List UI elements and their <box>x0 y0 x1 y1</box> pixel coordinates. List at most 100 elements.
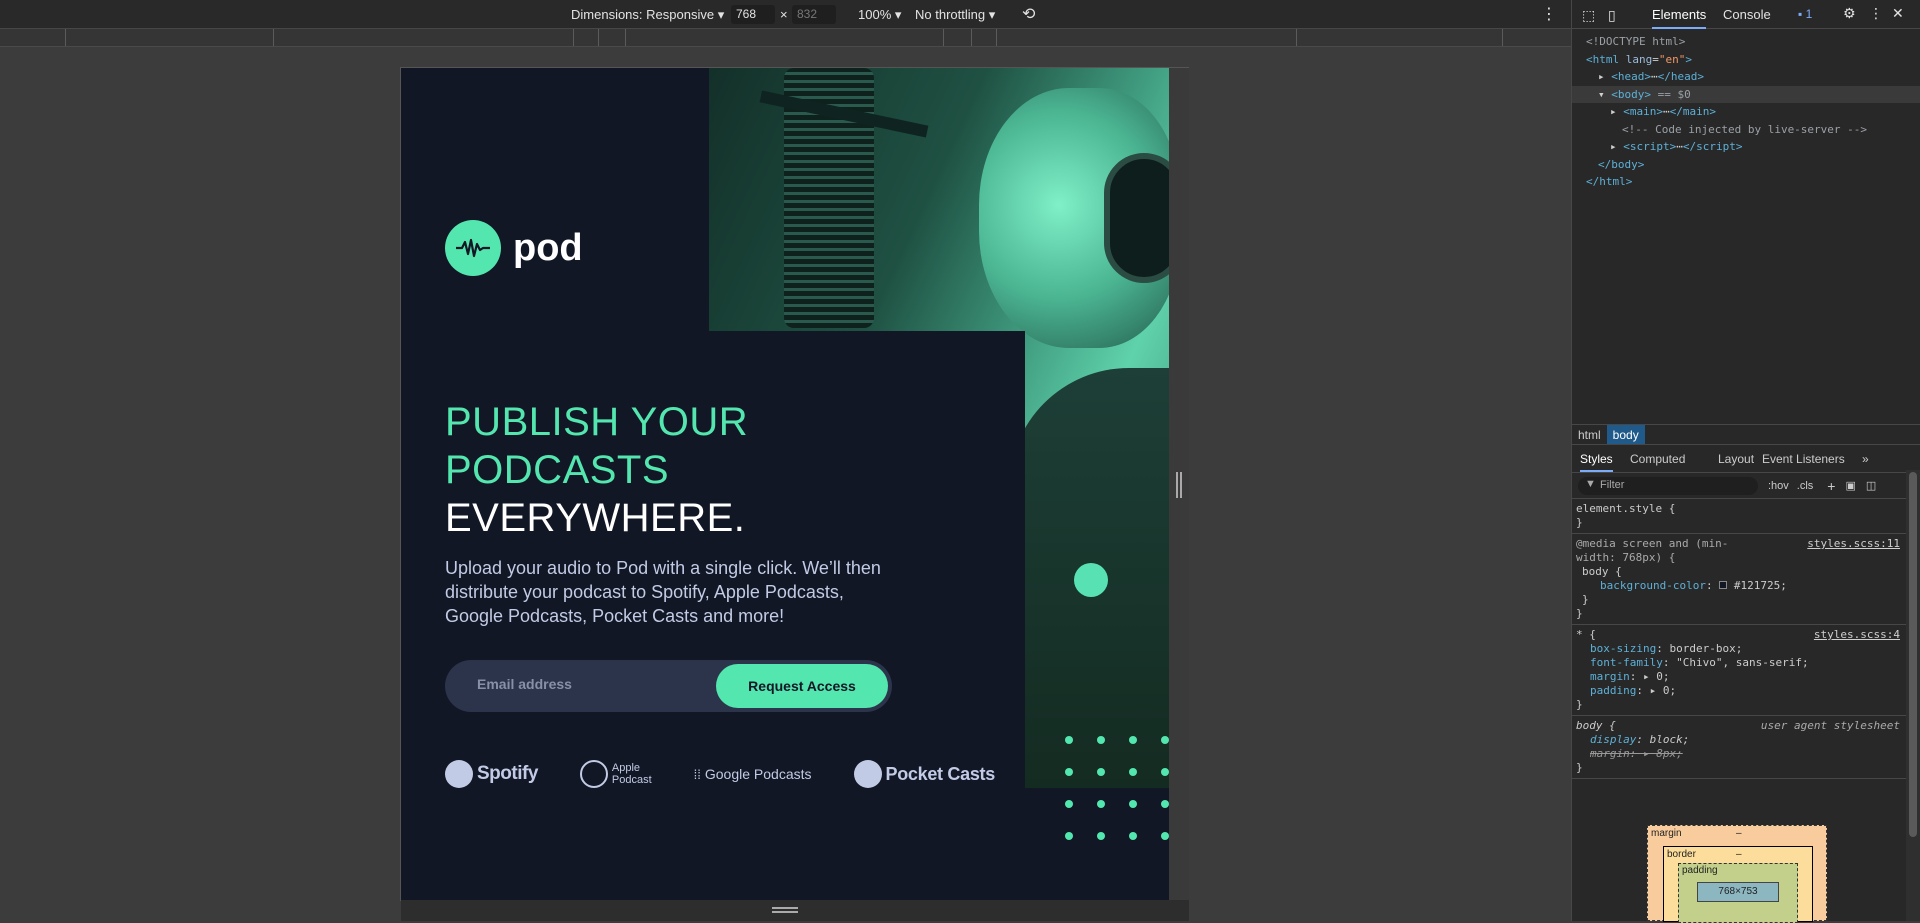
bg-value[interactable]: #121725; <box>1734 579 1787 592</box>
zoom-dropdown[interactable]: 100% ▾ <box>858 7 901 23</box>
dom-doctype[interactable]: <!DOCTYPE html> <box>1586 33 1920 51</box>
dom-head-node[interactable]: ▸ <head>⋯</head> <box>1586 68 1920 86</box>
media-rule[interactable]: styles.scss:11 @media screen and (min-wi… <box>1572 534 1920 625</box>
media-query: @media screen and (min-width: 768px) { <box>1576 537 1729 564</box>
dom-script-node[interactable]: ▸ <script>⋯</script> <box>1586 138 1920 156</box>
media-source-link[interactable]: styles.scss:11 <box>1807 537 1900 551</box>
decorative-dot <box>1065 736 1073 744</box>
ua-margin-decl[interactable]: margin: ▸ 8px; <box>1576 747 1916 761</box>
throttling-dropdown[interactable]: No throttling ▾ <box>915 7 995 23</box>
media-body-selector: body { <box>1582 565 1622 578</box>
add-rule-icon[interactable]: + <box>1827 478 1835 494</box>
dom-body-node[interactable]: ▾ <body> == $0 <box>1572 85 1920 103</box>
throttling-label: No throttling <box>915 7 986 22</box>
times-sign: × <box>780 7 788 22</box>
bm-content-size[interactable]: 768×753 <box>1697 882 1779 902</box>
bm-margin-value: – <box>1736 828 1742 839</box>
dimensions-label: Dimensions: Responsive <box>571 7 715 22</box>
tab-styles[interactable]: Styles <box>1580 452 1613 472</box>
apple-podcast-icon <box>579 760 608 788</box>
dom-body-close[interactable]: </body> <box>1586 156 1920 174</box>
more-tabs-icon[interactable]: » <box>1862 452 1869 466</box>
headline-line-2: PODCASTS <box>445 448 670 492</box>
hov-toggle[interactable]: :hov <box>1768 480 1789 492</box>
decorative-dots <box>1065 736 1169 846</box>
resize-handle-right[interactable] <box>1176 472 1182 498</box>
close-icon[interactable]: ✕ <box>1892 5 1904 22</box>
bm-border-value: – <box>1736 849 1742 860</box>
rotate-icon[interactable]: ⟲ <box>1022 4 1035 24</box>
decorative-dot <box>1097 768 1105 776</box>
decorative-dot <box>1129 832 1137 840</box>
signup-form: Request Access <box>445 660 892 712</box>
decorative-dot <box>1065 832 1073 840</box>
tab-computed[interactable]: Computed <box>1630 452 1685 466</box>
bm-padding-label: padding <box>1682 865 1718 876</box>
resize-handle-bottom[interactable] <box>772 907 798 913</box>
tab-event-listeners[interactable]: Event Listeners <box>1762 452 1845 466</box>
font-family-decl[interactable]: font-family: "Chivo", sans-serif; <box>1576 656 1916 670</box>
height-input[interactable]: 832 <box>792 5 836 24</box>
element-style-rule[interactable]: element.style { } <box>1572 499 1920 534</box>
dimensions-dropdown[interactable]: Dimensions: Responsive ▾ <box>571 7 724 23</box>
universal-rule[interactable]: styles.scss:4 * { box-sizing: border-box… <box>1572 625 1920 716</box>
element-style-selector: element.style { <box>1576 502 1676 515</box>
breadcrumb-html[interactable]: html <box>1572 425 1607 444</box>
email-input[interactable] <box>477 676 697 692</box>
headline: PUBLISH YOUR PODCASTS EVERYWHERE. <box>445 398 748 542</box>
devtools-menu-icon[interactable]: ⋮ <box>1869 5 1883 22</box>
dom-html-node[interactable]: <html lang="en"> <box>1586 51 1920 69</box>
dom-main-node[interactable]: ▸ <main>⋯</main> <box>1586 103 1920 121</box>
box-model-diagram: margin – border – padding 768×753 <box>1647 825 1827 923</box>
device-toggle-icon[interactable]: ▯ <box>1608 7 1616 24</box>
rule-close: } <box>1582 593 1589 606</box>
color-swatch[interactable] <box>1719 581 1728 589</box>
issues-badge[interactable]: ▪ 1 <box>1798 7 1812 21</box>
sidebar-toggle-icon[interactable]: ◫ <box>1866 479 1876 492</box>
inspect-icon[interactable]: ⬚ <box>1582 7 1595 24</box>
box-sizing-decl[interactable]: box-sizing: border-box; <box>1576 642 1916 656</box>
universal-source-link[interactable]: styles.scss:4 <box>1814 628 1900 642</box>
logo[interactable]: pod <box>445 220 583 276</box>
decorative-dot <box>1065 800 1073 808</box>
rule-close: } <box>1576 607 1583 620</box>
styles-scrollbar[interactable] <box>1906 470 1920 921</box>
dom-html-close[interactable]: </html> <box>1586 173 1920 191</box>
decorative-dot <box>1161 736 1169 744</box>
width-input[interactable]: 768 <box>731 5 775 24</box>
settings-icon[interactable]: ⚙ <box>1843 5 1856 22</box>
margin-decl[interactable]: margin: ▸ 0; <box>1576 670 1916 684</box>
pocket-label: Pocket Casts <box>885 763 996 784</box>
filter-input[interactable]: ▼ Filter <box>1578 476 1758 495</box>
breadcrumb-body[interactable]: body <box>1606 425 1645 444</box>
padding-decl[interactable]: padding: ▸ 0; <box>1576 684 1916 698</box>
cls-toggle[interactable]: .cls <box>1797 480 1814 492</box>
google-podcasts-icon: ⁞⁞ <box>693 766 701 782</box>
dom-comment[interactable]: <!-- Code injected by live-server --> <box>1586 121 1920 139</box>
devtools-panel: ⬚ ▯ Elements Console ▪ 1 ⚙ ⋮ ✕ <!DOCTYPE… <box>1571 0 1920 923</box>
user-agent-rule[interactable]: user agent stylesheet body { display: bl… <box>1572 716 1920 779</box>
tab-layout[interactable]: Layout <box>1718 452 1754 466</box>
decorative-dot <box>1097 736 1105 744</box>
bg-declaration: background-color: #121725; <box>1600 579 1787 592</box>
styles-subtabs: Styles Computed Layout Event Listeners » <box>1572 445 1920 473</box>
display-decl[interactable]: display: block; <box>1576 733 1916 747</box>
spotify-icon <box>445 760 473 788</box>
bm-margin-label: margin <box>1651 828 1682 839</box>
paint-icon[interactable]: ▣ <box>1845 479 1855 492</box>
breadcrumb: html body <box>1572 424 1920 445</box>
spotify-label: Spotify <box>477 763 538 784</box>
dom-tree: <!DOCTYPE html> <html lang="en"> ▸ <head… <box>1572 29 1920 424</box>
tab-elements[interactable]: Elements <box>1652 7 1707 29</box>
headline-line-3: EVERYWHERE. <box>445 496 746 540</box>
rule-close: } <box>1576 698 1583 711</box>
platform-logos: Spotify Apple Podcast ⁞⁞ Google Podcasts… <box>445 758 1037 790</box>
decorative-dot <box>1129 736 1137 744</box>
request-access-button[interactable]: Request Access <box>716 664 888 708</box>
decorative-dot <box>1161 800 1169 808</box>
decorative-dot <box>1161 768 1169 776</box>
description: Upload your audio to Pod with a single c… <box>445 558 881 626</box>
tab-console[interactable]: Console <box>1723 7 1771 22</box>
more-options-icon[interactable]: ⋮ <box>1541 4 1557 24</box>
issues-count: 1 <box>1805 7 1813 21</box>
